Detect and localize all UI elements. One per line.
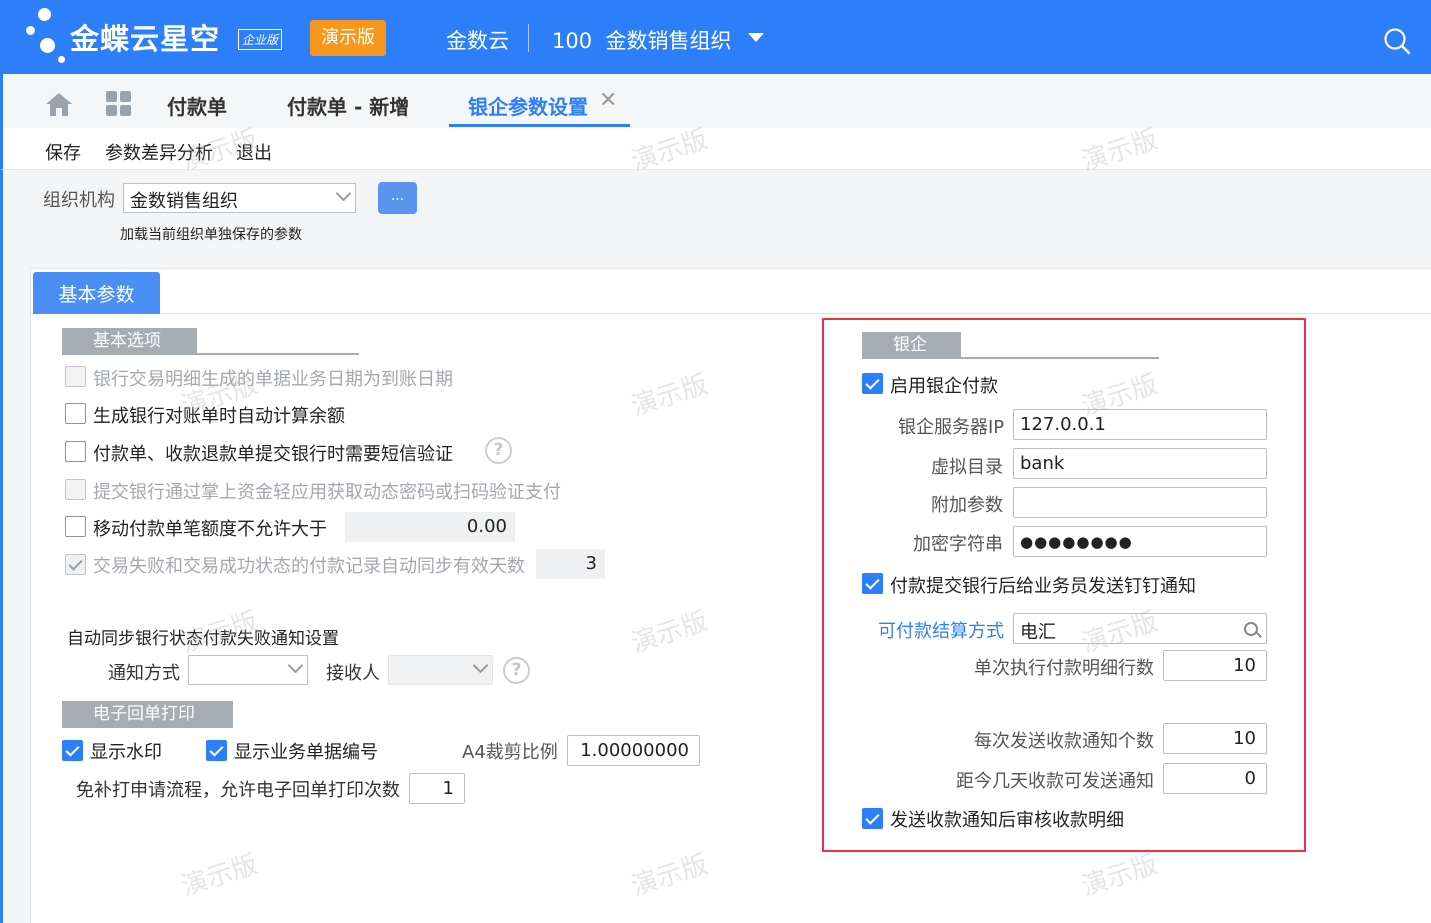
settle-method-label[interactable]: 可付款结算方式: [878, 617, 1004, 643]
search-icon[interactable]: [1244, 622, 1258, 636]
opt6-label: 交易失败和交易成功状态的付款记录自动同步有效天数: [93, 556, 525, 577]
opt1-checkbox: [65, 366, 86, 387]
chevron-down-icon: [287, 657, 304, 674]
opt5-amount-field: 0.00: [345, 512, 515, 542]
org-name: 金数销售组织: [605, 29, 732, 53]
help-icon[interactable]: ?: [485, 437, 512, 464]
tab-payment-new[interactable]: 付款单 - 新增: [287, 91, 409, 120]
close-icon[interactable]: ✕: [599, 88, 617, 113]
opt1-label: 银行交易明细生成的单据业务日期为到账日期: [93, 369, 453, 390]
a4-ratio-input[interactable]: 1.00000000: [567, 735, 700, 766]
save-button[interactable]: 保存: [45, 139, 81, 165]
opt4-label: 提交银行通过掌上资金轻应用获取动态密码或扫码验证支付: [93, 482, 561, 503]
opt5-label: 移动付款单笔额度不允许大于: [93, 519, 327, 540]
watermark-label: 显示水印: [90, 742, 162, 763]
help-icon[interactable]: ?: [503, 657, 530, 684]
tab-payment[interactable]: 付款单: [167, 91, 227, 120]
chevron-down-icon: [472, 657, 489, 674]
org-note: 加载当前组织单独保存的参数: [120, 227, 302, 243]
virtual-dir-label: 虚拟目录: [931, 457, 1003, 478]
dingtalk-checkbox[interactable]: [862, 573, 883, 594]
logo-icon: [22, 8, 72, 68]
org-switcher[interactable]: 100 金数销售组织: [552, 25, 731, 55]
panel-divider: [30, 313, 1431, 314]
org-select[interactable]: 金数销售组织: [123, 183, 356, 213]
print-times-input[interactable]: 1: [409, 773, 465, 804]
extra-params-label: 附加参数: [931, 495, 1003, 516]
opt3-label: 付款单、收款退款单提交银行时需要短信验证: [93, 444, 453, 465]
org-label: 组织机构: [43, 190, 115, 211]
audit-checkbox[interactable]: [862, 808, 883, 829]
show-bill-no-checkbox[interactable]: [206, 740, 227, 761]
chevron-down-icon: [335, 185, 352, 202]
enable-bank-label: 启用银企付款: [890, 376, 998, 397]
apps-grid-icon[interactable]: [106, 91, 132, 117]
settle-method-value: 电汇: [1020, 622, 1056, 643]
section-bank: 银企: [862, 332, 961, 358]
rows-label: 单次执行付款明细行数: [974, 658, 1154, 679]
active-tab-indicator: [449, 124, 630, 127]
caret-down-icon[interactable]: [748, 33, 764, 42]
header-divider: [528, 24, 529, 52]
toolbar: 保存 参数差异分析 退出: [0, 128, 1431, 170]
opt2-checkbox[interactable]: [65, 403, 86, 424]
edition-label: 企业版: [238, 29, 283, 50]
brand-name[interactable]: 金数云: [446, 25, 509, 55]
extra-params-input[interactable]: [1013, 487, 1267, 518]
dingtalk-label: 付款提交银行后给业务员发送钉钉通知: [890, 576, 1196, 597]
secret-label: 加密字符串: [913, 534, 1003, 555]
search-icon[interactable]: [1383, 27, 1411, 55]
print-times-label: 免补打申请流程，允许电子回单打印次数: [76, 780, 400, 801]
per-send-label: 每次发送收款通知个数: [974, 731, 1154, 752]
opt4-checkbox: [65, 479, 86, 500]
param-diff-button[interactable]: 参数差异分析: [105, 139, 213, 165]
notify-method-select[interactable]: [188, 655, 308, 685]
section-basic-options: 基本选项: [62, 328, 197, 354]
top-header: 金蝶云星空 企业版 演示版 金数云 100 金数销售组织: [0, 0, 1431, 74]
rows-input[interactable]: 10: [1163, 650, 1267, 681]
receiver-label: 接收人: [326, 663, 380, 684]
watermark-checkbox[interactable]: [62, 740, 83, 761]
org-lookup-button[interactable]: ...: [378, 182, 417, 214]
days-label: 距今几天收款可发送通知: [956, 771, 1154, 792]
section-rule: [62, 726, 233, 728]
org-select-value: 金数销售组织: [130, 191, 238, 212]
section-rule: [62, 353, 359, 355]
tab-basic-params[interactable]: 基本参数: [33, 272, 160, 314]
settle-method-input[interactable]: 电汇: [1013, 613, 1267, 644]
enable-bank-checkbox[interactable]: [862, 373, 883, 394]
server-ip-input[interactable]: 127.0.0.1: [1013, 409, 1267, 440]
opt6-checkbox: [65, 554, 86, 575]
notify-title: 自动同步银行状态付款失败通知设置: [67, 629, 339, 649]
server-ip-label: 银企服务器IP: [898, 417, 1005, 438]
tab-bar: 付款单 付款单 - 新增 银企参数设置 ✕: [0, 74, 1431, 128]
audit-label: 发送收款通知后审核收款明细: [890, 810, 1124, 831]
exit-button[interactable]: 退出: [236, 139, 272, 165]
days-input[interactable]: 0: [1163, 763, 1267, 794]
virtual-dir-input[interactable]: bank: [1013, 448, 1267, 479]
secret-input[interactable]: ●●●●●●●●: [1013, 526, 1267, 557]
opt6-days-field: 3: [536, 549, 605, 579]
org-code: 100: [552, 29, 593, 53]
receiver-select: [388, 655, 493, 685]
section-rule: [862, 357, 1159, 359]
opt3-checkbox[interactable]: [65, 441, 86, 462]
demo-badge: 演示版: [310, 20, 386, 56]
notify-method-label: 通知方式: [108, 663, 180, 684]
section-e-receipt: 电子回单打印: [62, 701, 233, 727]
home-icon[interactable]: [45, 91, 73, 117]
per-send-input[interactable]: 10: [1163, 723, 1267, 754]
tab-bank-settings[interactable]: 银企参数设置: [468, 91, 588, 120]
logo-text: 金蝶云星空: [70, 22, 221, 56]
show-bill-no-label: 显示业务单据编号: [234, 742, 378, 763]
opt2-label: 生成银行对账单时自动计算余额: [93, 406, 345, 427]
a4-label: A4裁剪比例: [462, 742, 558, 763]
opt5-checkbox[interactable]: [65, 516, 86, 537]
